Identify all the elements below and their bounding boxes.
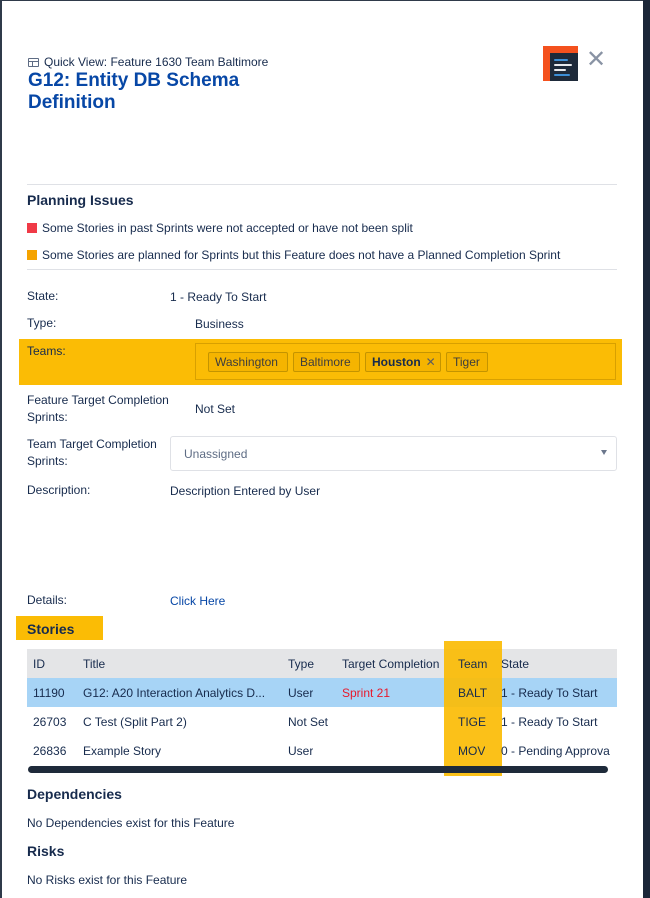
divider [27,269,617,270]
column-header-title[interactable]: Title [83,657,105,671]
details-link[interactable]: Click Here [170,594,225,608]
planning-issue: Some Stories in past Sprints were not ac… [27,221,413,235]
story-target-completion: Sprint 21 [342,686,391,700]
state-label: State: [27,289,59,303]
story-state: 1 - Ready To Start [501,686,598,700]
teams-label: Teams: [27,344,66,358]
remove-icon[interactable]: ✕ [426,355,436,369]
story-title: Example Story [83,744,162,758]
team-chip-houston[interactable]: Houston ✕ [365,352,441,372]
planning-issue-text: Some Stories are planned for Sprints but… [42,248,561,262]
story-title: G12: A20 Interaction Analytics D... [83,686,266,700]
red-status-icon [27,223,37,233]
team-target-completion-select[interactable]: Unassigned [170,436,617,471]
team-chip-tiger[interactable]: Tiger [446,352,488,372]
team-target-completion-label: Team Target Completion Sprints: [27,437,157,468]
select-placeholder: Unassigned [184,446,248,461]
story-type: User [288,744,314,758]
column-header-team[interactable]: Team [458,657,487,671]
story-state: 0 - Pending Approva [501,744,610,758]
stories-heading: Stories [27,621,75,637]
details-label: Details: [27,593,68,607]
story-type: Not Set [288,715,329,729]
column-header-id[interactable]: ID [33,657,45,671]
feature-target-completion-value: Not Set [195,402,236,416]
quick-view-label: Quick View: Feature 1630 Team Baltimore [44,55,269,69]
story-id-link[interactable]: 26703 [33,715,66,729]
state-value: 1 - Ready To Start [170,290,267,304]
column-header-target-completion[interactable]: Target Completion [342,657,446,671]
window-right-border [643,0,650,898]
description-label: Description: [27,483,91,497]
divider [27,184,617,185]
column-header-state[interactable]: State [501,657,529,671]
dependencies-text: No Dependencies exist for this Feature [27,816,235,830]
quick-view-header: Quick View: Feature 1630 Team Baltimore [28,55,268,69]
close-icon[interactable]: ✕ [586,48,606,72]
type-value: Business [195,317,244,331]
team-chip-washington[interactable]: Washington [208,352,288,372]
orange-status-icon [27,250,37,260]
story-type: User [288,686,314,700]
table-icon [28,57,39,67]
type-label: Type: [27,316,57,330]
feature-title: G12: Entity DB Schema Definition [28,70,240,113]
table-horizontal-scrollbar[interactable] [28,766,608,773]
planning-issue: Some Stories are planned for Sprints but… [27,248,560,262]
dropdown-caret-icon [601,450,607,455]
risks-heading: Risks [27,843,65,859]
column-header-type[interactable]: Type [288,657,314,671]
planning-issues-heading: Planning Issues [27,192,134,208]
dependencies-heading: Dependencies [27,786,122,802]
story-title: C Test (Split Part 2) [83,715,187,729]
story-id-link[interactable]: 26836 [33,744,66,758]
story-state: 1 - Ready To Start [501,715,598,729]
risks-text: No Risks exist for this Feature [27,873,188,887]
story-id-link[interactable]: 11190 [33,686,65,700]
planning-issue-text: Some Stories in past Sprints were not ac… [42,221,413,235]
team-chip-baltimore[interactable]: Baltimore [293,352,360,372]
description-value: Description Entered by User [170,484,321,498]
story-team: TIGE [458,715,487,729]
story-team: MOV [458,744,486,758]
app-logo-icon [543,46,578,81]
feature-target-completion-label: Feature Target Completion Sprints: [27,393,169,424]
story-team: BALT [458,686,488,700]
